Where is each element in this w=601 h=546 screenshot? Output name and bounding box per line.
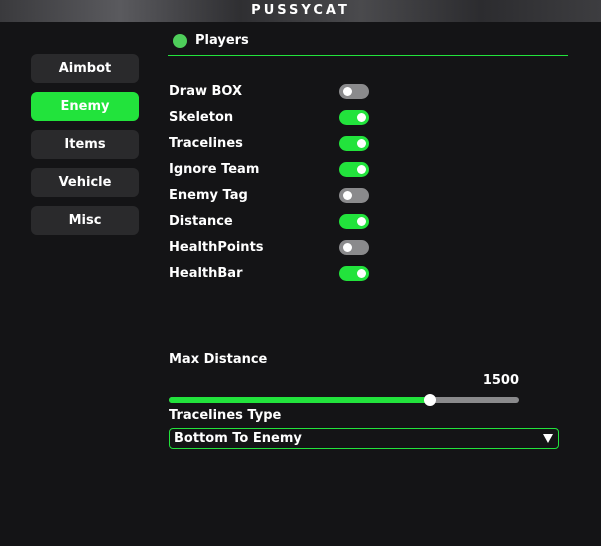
section-divider [168,55,568,56]
section-title: Players [195,33,249,48]
tracelines-type-label: Tracelines Type [169,408,282,423]
max-distance-value: 1500 [482,373,519,388]
toggle-healthpoints[interactable] [339,240,369,255]
toggle-distance[interactable] [339,214,369,229]
nav-button-vehicle[interactable]: Vehicle [31,168,139,197]
window-title: PUSSYCAT [251,3,350,18]
nav-button-aimbot[interactable]: Aimbot [31,54,139,83]
triangle-down-icon [543,434,553,443]
toggle-knob [357,139,366,148]
max-distance-slider[interactable] [169,394,519,406]
menu-window: PUSSYCAT Aimbot Enemy Items Vehicle Misc… [0,0,601,546]
nav-button-items[interactable]: Items [31,130,139,159]
option-label-distance: Distance [169,214,233,229]
title-bar[interactable]: PUSSYCAT [0,0,601,22]
option-label-draw-box: Draw BOX [169,84,243,99]
green-dot-icon [173,34,187,48]
slider-fill [169,397,430,403]
dropdown-selected-value: Bottom To Enemy [174,431,302,446]
toggle-draw-box[interactable] [339,84,369,99]
toggle-skeleton[interactable] [339,110,369,125]
toggle-enemy-tag[interactable] [339,188,369,203]
toggle-healthbar[interactable] [339,266,369,281]
option-label-enemy-tag: Enemy Tag [169,188,248,203]
nav-button-enemy[interactable]: Enemy [31,92,139,121]
toggle-knob [357,165,366,174]
option-label-healthbar: HealthBar [169,266,243,281]
toggle-knob [343,87,352,96]
option-label-tracelines: Tracelines [169,136,243,151]
max-distance-label: Max Distance [169,352,268,367]
toggle-knob [357,217,366,226]
slider-thumb[interactable] [423,394,436,406]
option-label-ignore-team: Ignore Team [169,162,260,177]
toggle-knob [357,269,366,278]
nav-button-misc[interactable]: Misc [31,206,139,235]
option-label-healthpoints: HealthPoints [169,240,264,255]
toggle-knob [343,191,352,200]
toggle-ignore-team[interactable] [339,162,369,177]
toggle-knob [343,243,352,252]
toggle-knob [357,113,366,122]
option-label-skeleton: Skeleton [169,110,234,125]
tracelines-type-dropdown[interactable]: Bottom To Enemy [169,428,559,449]
toggle-tracelines[interactable] [339,136,369,151]
